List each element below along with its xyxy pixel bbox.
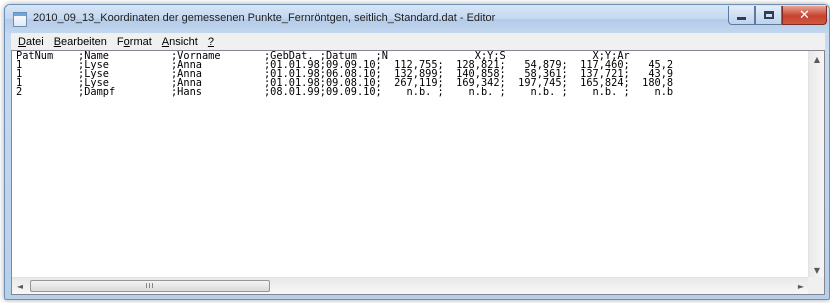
text-line: 2 ;Dampf ;Hans ;08.01.99;09.09.10; n.b. … (16, 86, 674, 98)
text-editor[interactable]: PatNum ;Name ;Vorname ;GebDat. ;Datum ;N… (11, 50, 825, 295)
menu-format[interactable]: Format (112, 36, 157, 48)
scrollbar-corner (808, 277, 824, 294)
menu-datei[interactable]: Datei (13, 36, 49, 48)
text-area[interactable]: PatNum ;Name ;Vorname ;GebDat. ;Datum ;N… (12, 51, 809, 278)
minimize-button[interactable] (728, 6, 755, 25)
scroll-down-arrow-icon[interactable]: ▼ (809, 262, 825, 278)
scroll-left-arrow-icon[interactable]: ◄ (12, 278, 28, 294)
horizontal-scrollbar[interactable]: ◄ III ► (12, 277, 809, 294)
vertical-scrollbar[interactable]: ▲ ▼ (808, 51, 824, 278)
grip-icon: III (145, 282, 155, 290)
horizontal-scroll-thumb[interactable]: III (30, 280, 270, 292)
editor-window: 2010_09_13_Koordinaten der gemessenen Pu… (4, 4, 830, 300)
caption-buttons: ✕ (728, 6, 827, 26)
menu-help[interactable]: ? (203, 36, 219, 48)
close-icon: ✕ (799, 7, 810, 23)
maximize-icon (763, 11, 774, 19)
minimize-icon (737, 16, 746, 20)
title-bar[interactable]: 2010_09_13_Koordinaten der gemessenen Pu… (5, 5, 829, 33)
scroll-right-arrow-icon[interactable]: ► (793, 278, 809, 294)
maximize-button[interactable] (755, 6, 782, 25)
menu-bar: Datei Bearbeiten Format Ansicht ? (11, 33, 825, 50)
window-title: 2010_09_13_Koordinaten der gemessenen Pu… (33, 12, 496, 24)
close-button[interactable]: ✕ (782, 6, 827, 25)
menu-bearbeiten[interactable]: Bearbeiten (49, 36, 112, 48)
notepad-icon[interactable] (13, 12, 27, 27)
menu-ansicht[interactable]: Ansicht (157, 36, 203, 48)
scroll-up-arrow-icon[interactable]: ▲ (809, 51, 825, 67)
